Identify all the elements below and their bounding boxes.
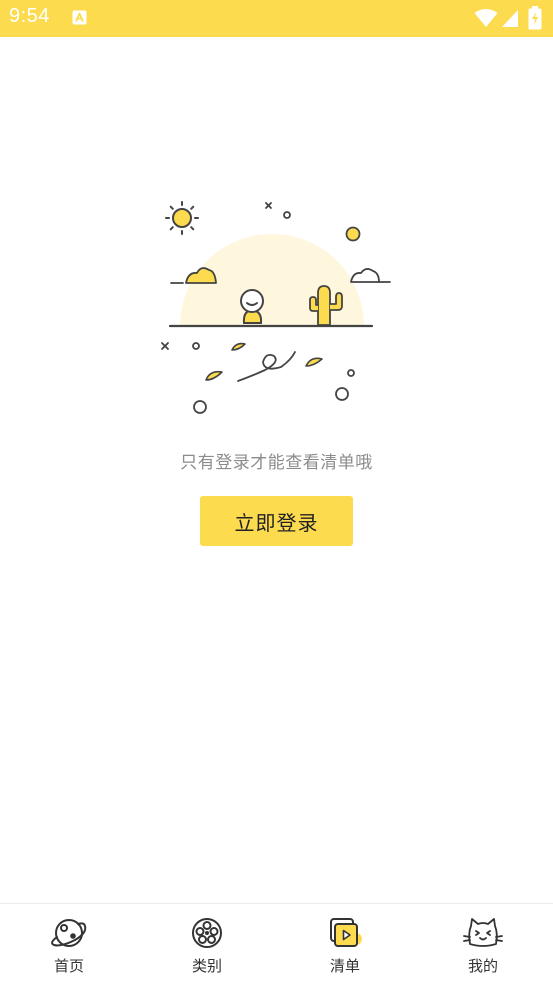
tab-category[interactable]: 类别 [157, 914, 257, 982]
tab-playlist-label: 清单 [329, 957, 360, 975]
planet-icon [51, 919, 87, 947]
status-bar: 9:54 [0, 0, 553, 37]
tab-home[interactable]: 首页 [19, 914, 119, 982]
playlist-icon [330, 918, 362, 947]
battery-charging-icon [528, 6, 542, 30]
app-notification-icon [72, 10, 87, 25]
cat-face-icon [463, 918, 503, 947]
person-figure [240, 289, 264, 324]
login-now-button[interactable]: 立即登录 [200, 496, 353, 546]
tab-profile[interactable]: 我的 [433, 914, 533, 982]
tab-home-label: 首页 [53, 957, 84, 975]
desert-sun-cactus-illustration [161, 201, 391, 414]
signal-icon [502, 10, 518, 27]
bottom-tab-bar: 首页 类别 清单 我的 [0, 903, 553, 984]
wifi-icon [474, 9, 498, 27]
status-time: 9:54 [9, 5, 50, 27]
tab-profile-label: 我的 [467, 957, 498, 975]
login-required-message: 只有登录才能查看清单哦 [180, 453, 373, 473]
tab-playlist[interactable]: 清单 [295, 914, 395, 982]
sun-icon [165, 201, 199, 235]
tab-category-label: 类别 [191, 957, 222, 975]
film-reel-icon [192, 918, 222, 948]
